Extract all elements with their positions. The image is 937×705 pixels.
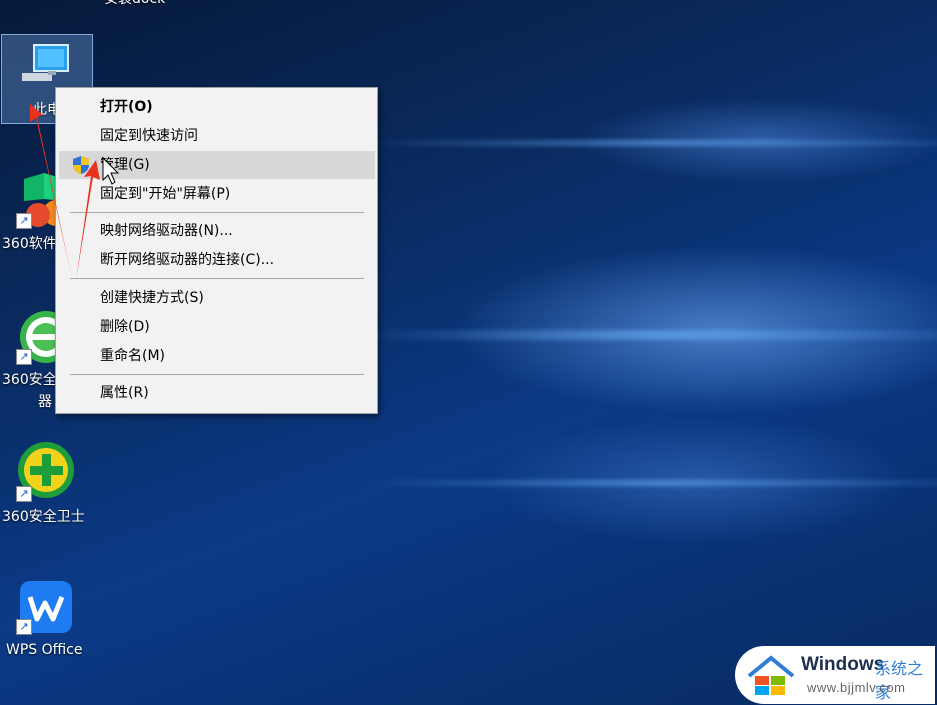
wallpaper-beam	[360, 480, 937, 486]
menu-item-open[interactable]: 打开(O)	[59, 93, 375, 121]
menu-item-pin-start[interactable]: 固定到"开始"屏幕(P)	[59, 180, 375, 208]
watermark-badge: Windows 系统之家 www.bjjmlv.com	[735, 646, 935, 704]
windows-logo-icon	[747, 655, 795, 695]
menu-item-label: 管理(G)	[100, 157, 150, 173]
menu-item-rename[interactable]: 重命名(M)	[59, 342, 375, 370]
shortcut-arrow-icon: ↗	[16, 349, 32, 365]
menu-item-label: 固定到"开始"屏幕(P)	[100, 186, 231, 202]
menu-item-label: 断开网络驱动器的连接(C)...	[100, 252, 275, 268]
desktop-icon-360-security[interactable]: ↗ 360安全卫士	[0, 440, 90, 530]
this-pc-icon	[22, 44, 69, 81]
desktop-icon-label: WPS Office	[6, 642, 83, 658]
menu-item-label: 重命名(M)	[100, 348, 166, 364]
context-menu: 打开(O) 固定到快速访问 管理(G) 固定到"开始"屏幕(P) 映射网络驱动器…	[55, 87, 378, 414]
menu-item-map-network-drive[interactable]: 映射网络驱动器(N)...	[59, 217, 375, 245]
menu-item-label: 打开(O)	[100, 99, 153, 115]
menu-item-pin-quick-access[interactable]: 固定到快速访问	[59, 122, 375, 150]
shortcut-arrow-icon: ↗	[16, 486, 32, 502]
watermark-url: www.bjjmlv.com	[807, 680, 906, 695]
uac-shield-icon	[73, 156, 89, 174]
watermark-brand-cn: 系统之家	[875, 659, 924, 702]
wallpaper-beam	[360, 140, 937, 146]
menu-item-label: 属性(R)	[100, 385, 149, 401]
shortcut-arrow-icon: ↗	[16, 619, 32, 635]
menu-item-label: 映射网络驱动器(N)...	[100, 223, 233, 239]
menu-item-manage[interactable]: 管理(G)	[59, 151, 375, 179]
menu-item-delete[interactable]: 删除(D)	[59, 313, 375, 341]
menu-item-label: 创建快捷方式(S)	[100, 290, 204, 306]
menu-separator	[70, 374, 364, 375]
menu-item-label: 删除(D)	[100, 319, 150, 335]
desktop-icon-label: 360安全卫士	[2, 509, 85, 525]
menu-separator	[70, 278, 364, 279]
watermark-brand: Windows	[801, 654, 885, 675]
wallpaper-beam	[360, 330, 937, 340]
shortcut-arrow-icon: ↗	[16, 213, 32, 229]
menu-item-disconnect-network-drive[interactable]: 断开网络驱动器的连接(C)...	[59, 246, 375, 274]
menu-item-properties[interactable]: 属性(R)	[59, 379, 375, 407]
menu-separator	[70, 212, 364, 213]
menu-item-create-shortcut[interactable]: 创建快捷方式(S)	[59, 284, 375, 312]
desktop-icon-label-partial: 安装dock	[104, 0, 165, 8]
menu-item-label: 固定到快速访问	[100, 128, 198, 144]
desktop-icon-wps-office[interactable]: ↗ WPS Office	[0, 575, 90, 665]
